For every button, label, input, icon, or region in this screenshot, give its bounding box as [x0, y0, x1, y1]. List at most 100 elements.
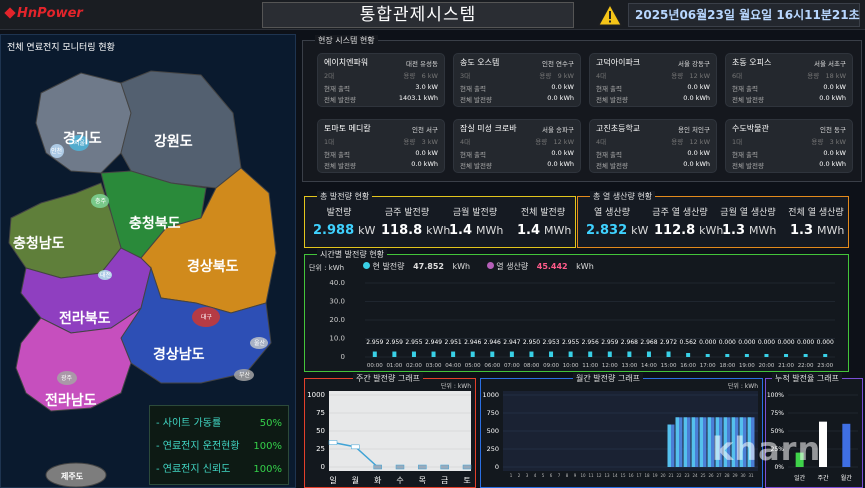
site-status-panel: 현장 시스템 현황 에이치엔파워 대전 유성동 2대 용량 6 kW 현재 출력 3.0 …: [302, 35, 862, 182]
site-output-label: 현재 출력: [732, 151, 758, 159]
map-panel-title: 전체 연료전지 모니터링 현황: [7, 43, 115, 53]
hourly-data-label: 2.947: [503, 339, 520, 346]
hourly-bar: [705, 354, 710, 357]
monthly-xtick: 17: [636, 473, 642, 478]
cumulative-title: 누적 발전율 그래프: [772, 373, 842, 384]
site-total: 0.0 kWh: [683, 94, 710, 102]
hourly-data-label: 2.955: [562, 339, 579, 346]
site-card[interactable]: 토마토 메디칼 인천 서구 1대 용량 3 kW 현재 출력 0.0 kW 전체 발전량 0.…: [317, 119, 445, 173]
site-cap-label: 용량: [535, 138, 548, 146]
site-total-row: 전체 발전량 0.0 kWh: [732, 94, 846, 104]
hourly-bar: [725, 354, 730, 357]
site-location: 인천 연수구: [542, 60, 574, 68]
monthly-xtick: 10: [580, 473, 586, 478]
company-logo[interactable]: HnPower: [4, 6, 83, 21]
site-total: 1403.1 kWh: [398, 94, 438, 102]
site-units: 3대: [460, 72, 471, 80]
site-output-label: 현재 출력: [324, 85, 350, 93]
hourly-xtick: 04:00: [445, 363, 461, 369]
legend-power-value: 47.852: [413, 262, 444, 271]
power-item-value-row: 118.8 kWh: [381, 223, 450, 238]
weekly-point: [328, 440, 338, 445]
monthly-ytick: 250: [487, 445, 499, 453]
site-total-label: 전체 발전량: [732, 162, 764, 170]
hourly-bar: [529, 351, 534, 357]
hourly-data-label: 0.000: [699, 339, 716, 346]
site-location: 용인 처인구: [678, 126, 710, 134]
hourly-panel: 시간별 발전량 현황 단위 : kWh 현 발전량 47.852 kWh 열 생…: [304, 249, 849, 372]
weekly-point: [373, 464, 382, 470]
site-cap: 12 kW: [553, 138, 574, 146]
hourly-data-label: 2.951: [445, 339, 462, 346]
hourly-xtick: 15:00: [661, 363, 677, 369]
heat-item-value: 1.3: [790, 223, 814, 238]
map-panel: 전체 연료전지 모니터링 현황 경기도 강원도 충청북도 충청남도 경상북도 전…: [0, 34, 296, 488]
monthly-xtick: 1: [510, 473, 513, 478]
monthly-xtick: 12: [596, 473, 602, 478]
site-total-label: 전체 발전량: [596, 96, 628, 104]
marker-label-seoul: 서울: [74, 139, 86, 147]
hourly-data-label: 2.959: [386, 339, 403, 346]
hourly-data-label: 0.000: [817, 339, 834, 346]
monthly-xtick: 27: [716, 473, 722, 478]
site-total-row: 전체 발전량 0.0 kWh: [596, 160, 710, 170]
site-cap-label: 용량: [811, 138, 824, 146]
hourly-xtick: 12:00: [602, 363, 618, 369]
site-total: 0.0 kWh: [411, 160, 438, 168]
hourly-xtick: 02:00: [406, 363, 422, 369]
hourly-data-label: 2.946: [484, 339, 501, 346]
power-item-value: 2.988: [313, 223, 355, 238]
site-card[interactable]: 송도 오스템 인천 연수구 3대 용량 9 kW 현재 출력 0.0 kW 전체 발전량 0.…: [453, 53, 581, 107]
site-total-label: 전체 발전량: [460, 162, 492, 170]
site-location: 서울 강동구: [678, 60, 710, 68]
weekly-point: [395, 464, 405, 470]
monthly-bar-highlight: [675, 417, 679, 467]
monthly-xtick: 25: [700, 473, 706, 478]
site-total: 0.0 kWh: [547, 160, 574, 168]
hourly-bar: [627, 351, 632, 357]
monthly-xtick: 31: [748, 473, 754, 478]
hourly-xtick: 18:00: [719, 363, 735, 369]
weekly-xtick: 월: [352, 475, 359, 485]
site-card[interactable]: 고덕아이파크 서울 강동구 4대 용량 12 kW 현재 출력 0.0 kW 전체 발전량 0…: [589, 53, 717, 107]
site-card[interactable]: 에이치엔파워 대전 유성동 2대 용량 6 kW 현재 출력 3.0 kW 전체 발전량 14…: [317, 53, 445, 107]
site-card[interactable]: 수도박물관 인천 동구 1대 용량 3 kW 현재 출력 0.0 kW 전체 발전량 0.0 …: [725, 119, 853, 173]
heat-item-unit: MWh: [749, 224, 777, 237]
power-item-unit: MWh: [476, 224, 504, 237]
site-units: 2대: [324, 72, 335, 80]
site-capacity-row: 2대 용량 6 kW: [324, 70, 438, 80]
hourly-bar: [470, 351, 475, 357]
hourly-ytick: 0: [341, 353, 345, 361]
site-capacity-row: 1대 용량 3 kW: [732, 136, 846, 146]
hourly-bar: [607, 351, 612, 357]
status-value: 50%: [259, 418, 282, 429]
site-output-label: 현재 출력: [460, 151, 486, 159]
hourly-bar: [451, 351, 456, 357]
region-label-chungbuk: 충청북도: [129, 216, 181, 232]
site-cap: 9 kW: [557, 72, 574, 80]
hourly-bar: [686, 353, 691, 357]
site-card[interactable]: 고진초등학교 용인 처인구 4대 용량 12 kW 현재 출력 0.0 kW 전체 발전량 0…: [589, 119, 717, 173]
cumulative-xtick: 일간: [794, 474, 806, 482]
monthly-xtick: 29: [732, 473, 738, 478]
monthly-xtick: 9: [574, 473, 577, 478]
hourly-bar: [509, 351, 514, 357]
site-card[interactable]: 초동 오피스 서울 서초구 6대 용량 18 kW 현재 출력 0.0 kW 전체 발전량 0…: [725, 53, 853, 107]
region-label-gyeongnam: 경상남도: [153, 346, 205, 363]
hourly-data-label: 2.968: [621, 339, 638, 346]
site-output-row: 현재 출력 0.0 kW: [460, 149, 574, 159]
warning-icon[interactable]: [598, 4, 622, 26]
weekly-panel: 주간 발전량 그래프 단위 : kWh 1000 75 50 25 0 일 월 화 수 목 금 토: [304, 373, 476, 488]
monthly-xtick: 14: [612, 473, 618, 478]
region-label-gyeongbuk: 경상북도: [187, 258, 239, 275]
hourly-xtick: 22:00: [798, 363, 814, 369]
cumulative-xtick: 주간: [817, 474, 829, 482]
power-item-value-row: 1.4 MWh: [517, 223, 571, 238]
hourly-data-label: 0.000: [777, 339, 794, 346]
site-location: 인천 동구: [820, 126, 846, 134]
logo-text: HnPower: [17, 6, 83, 21]
monthly-xtick: 22: [676, 473, 682, 478]
site-card[interactable]: 잠실 미성 크로바 서울 송파구 4대 용량 12 kW 현재 출력 0.0 kW 전체 발…: [453, 119, 581, 173]
site-units: 4대: [596, 72, 607, 80]
hourly-xtick: 14:00: [641, 363, 657, 369]
